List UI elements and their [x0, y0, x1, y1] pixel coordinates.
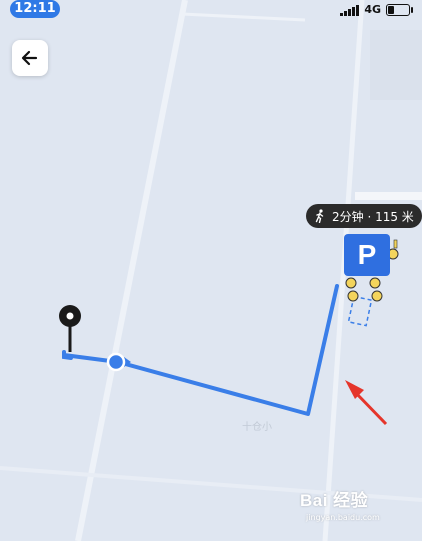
bike-icon[interactable] [369, 277, 381, 289]
parking-sign-label: P [357, 239, 377, 270]
walking-distance-badge[interactable]: 2分钟 · 115 米 [306, 204, 422, 228]
building [355, 192, 422, 200]
map-label: 十仓小 [242, 420, 272, 433]
status-bar: 12:11 4G [0, 0, 422, 26]
back-button[interactable] [12, 40, 48, 76]
walking-person-icon [315, 209, 324, 223]
destination-pin-dot [66, 312, 74, 320]
bike-icon[interactable] [345, 277, 357, 289]
bike-icon[interactable] [347, 290, 359, 302]
status-time: 12:11 [10, 0, 60, 18]
walking-distance-text: 2分钟 · 115 米 [332, 209, 414, 224]
bike-icon[interactable] [371, 290, 383, 302]
blurred-area [370, 30, 422, 100]
watermark-logo: Bai 经验 [300, 491, 369, 510]
watermark: Bai 经验 jingyan.baidu.com [300, 486, 380, 522]
parking-sign-icon[interactable]: P [344, 234, 390, 276]
network-type: 4G [364, 3, 381, 16]
status-icons: 4G [340, 3, 413, 16]
watermark-url: jingyan.baidu.com [306, 513, 380, 522]
signal-icon [340, 4, 360, 16]
arrow-left-icon [21, 50, 38, 66]
current-location-icon[interactable] [106, 352, 126, 372]
battery-icon [386, 3, 413, 16]
bike-icon [393, 239, 398, 249]
